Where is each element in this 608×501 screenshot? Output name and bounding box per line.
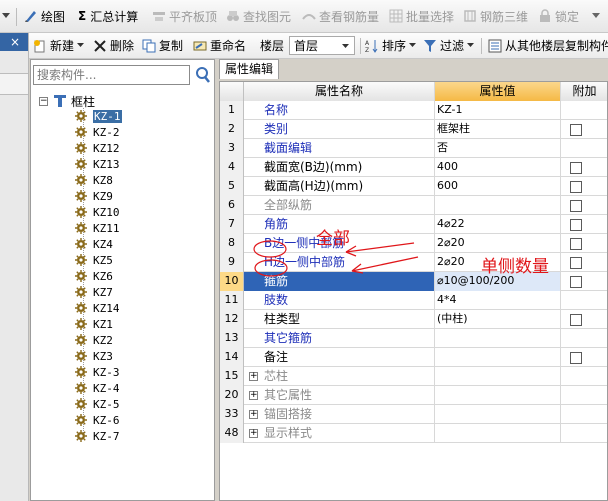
annotation-layer	[253, 240, 419, 277]
annotation-arrow-b	[345, 242, 415, 253]
annotation-arrow-h	[351, 256, 419, 272]
annotation-circle-h	[254, 259, 288, 277]
annotation-one-side-label: 单侧数量	[481, 257, 549, 277]
annotation-circle-b	[253, 240, 287, 258]
annotation-all-label: 全部	[316, 229, 350, 249]
